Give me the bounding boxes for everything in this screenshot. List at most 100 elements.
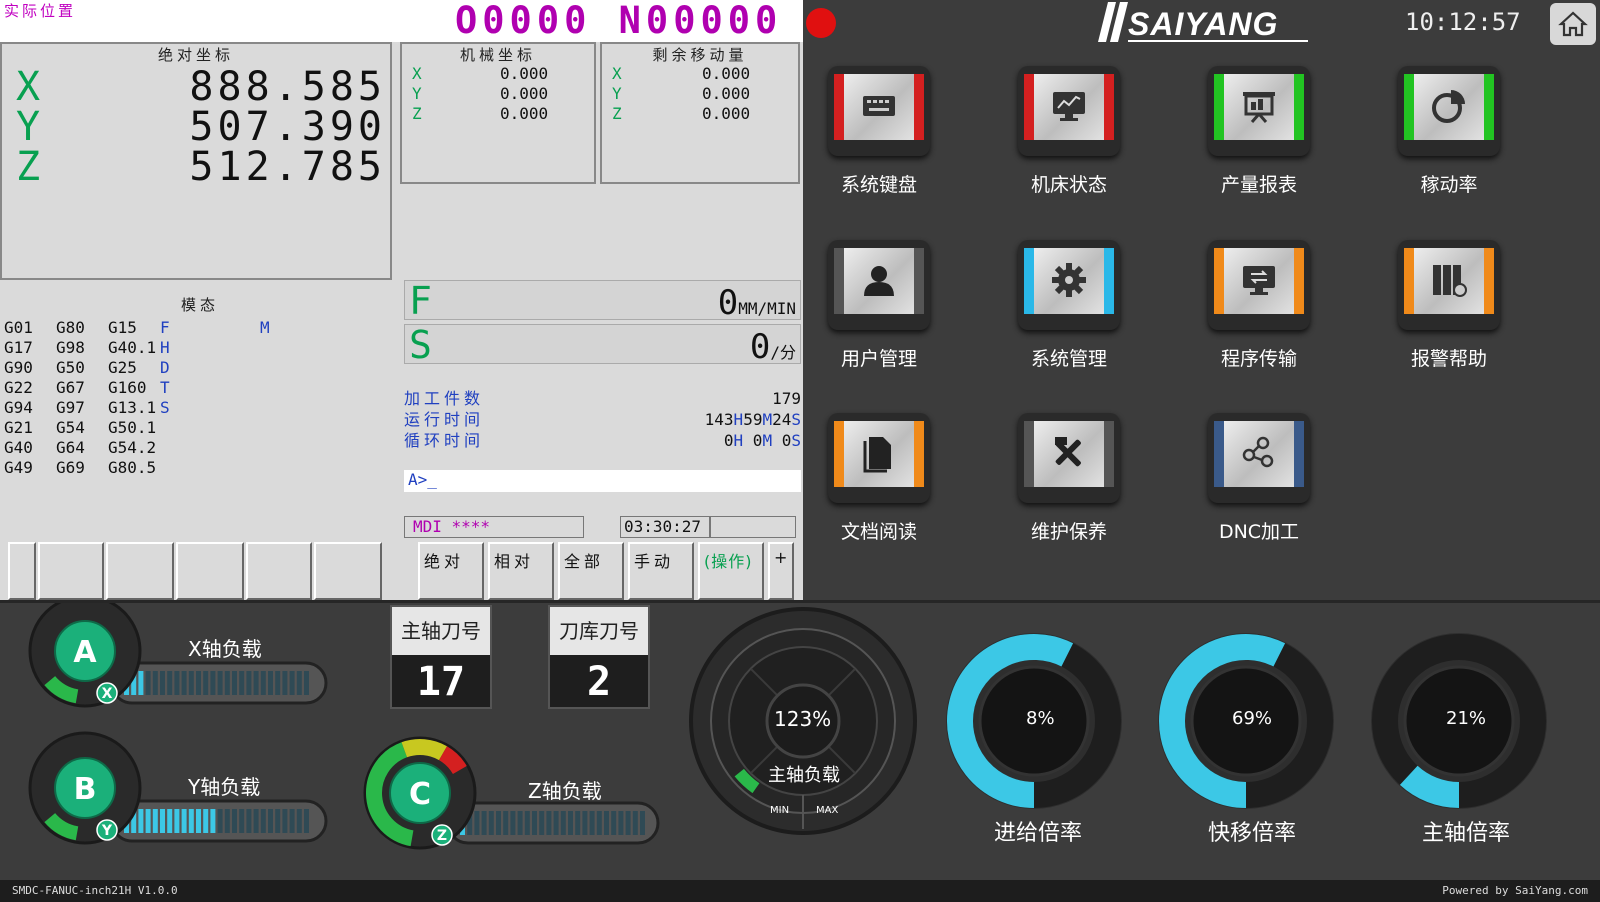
app-button[interactable] <box>1018 413 1120 503</box>
load-bar-segment <box>224 671 230 695</box>
app-tile <box>1018 66 1120 156</box>
softkey-manual[interactable]: 手动 <box>628 542 694 600</box>
softkey-blank[interactable] <box>38 542 104 600</box>
parts-label: 加工件数 <box>404 389 485 408</box>
app-button[interactable] <box>828 66 930 156</box>
run-minutes: 59 <box>743 410 763 429</box>
load-bar-segment <box>481 811 487 835</box>
alarm-indicator <box>806 8 836 38</box>
load-bar-segment <box>488 811 494 835</box>
softkey-blank[interactable] <box>8 542 36 600</box>
app-button[interactable] <box>828 240 930 330</box>
load-bar-segment <box>152 809 158 833</box>
softkey-next[interactable]: + <box>768 542 794 600</box>
load-bar-segment <box>174 671 180 695</box>
gcode: G40.1 <box>108 338 157 357</box>
load-bar-segment <box>181 809 187 833</box>
dist-y-value: 0.000 <box>702 84 751 103</box>
load-bar-segment <box>575 811 581 835</box>
mode-indicator: MDI **** <box>404 516 584 538</box>
footer: SMDC-FANUC-inch21H V1.0.0 Powered by Sai… <box>0 880 1600 902</box>
logo-underline <box>1128 40 1308 42</box>
unit-s: S <box>791 410 801 429</box>
load-bar-segment <box>181 671 187 695</box>
app-accent <box>1404 248 1414 314</box>
app-button[interactable] <box>1208 240 1310 330</box>
softkey-blank[interactable] <box>246 542 312 600</box>
modal-col-1: G01 G17 G90 G22 G94 G21 G40 G49 <box>4 318 33 478</box>
distance-to-go-panel: 剩余移动量 X Y Z 0.000 0.000 0.000 <box>600 42 800 184</box>
feed-readout: 0MM/MIN <box>718 283 796 323</box>
load-badge-letter: C <box>409 777 431 812</box>
app-label: DNC加工 <box>1218 521 1300 543</box>
app-accent <box>914 74 924 140</box>
cycle-seconds: 0 <box>781 431 792 450</box>
home-button[interactable] <box>1550 3 1596 45</box>
softkey-blank[interactable] <box>176 542 244 600</box>
network-icon <box>1242 436 1274 468</box>
load-bar-segment <box>582 811 588 835</box>
cycle-time-label: 循环时间 <box>404 431 485 450</box>
app-button[interactable] <box>1398 240 1500 330</box>
load-bar-segment <box>239 809 245 833</box>
brand-name: SAIYANG <box>1128 6 1279 42</box>
load-bar-segment <box>275 671 281 695</box>
monitor-chart-icon <box>1053 92 1085 121</box>
unit-h: H <box>733 410 744 429</box>
app-button[interactable] <box>828 413 930 503</box>
softkey-blank[interactable] <box>106 542 174 600</box>
unit-h: H <box>733 431 744 450</box>
parts-value: 179 <box>772 389 801 408</box>
load-bar-segment <box>474 811 480 835</box>
softkey-absolute[interactable]: 绝对 <box>418 542 484 600</box>
app-button[interactable] <box>1208 413 1310 503</box>
app-accent <box>1294 421 1304 487</box>
gcode: G97 <box>56 398 85 417</box>
spindle-tool-box: 主轴刀号 17 <box>390 605 492 709</box>
app-accent <box>834 421 844 487</box>
app-label: 稼动率 <box>1420 174 1478 196</box>
app-tile <box>1208 413 1310 503</box>
y-load-label: Y轴负载 <box>188 775 261 799</box>
app-button[interactable] <box>1208 66 1310 156</box>
feed-value: 0 <box>717 283 739 323</box>
app-button[interactable] <box>1398 66 1500 156</box>
user-icon <box>864 266 894 296</box>
feed-unit: MM/MIN <box>738 299 796 318</box>
dist-x-value: 0.000 <box>702 64 751 83</box>
feed-display: F 0MM/MIN <box>404 279 801 323</box>
run-hours: 143 <box>704 410 734 429</box>
spindle-tool-number: 17 <box>416 659 466 705</box>
brand-logo: SAIYANG <box>1088 2 1318 44</box>
presentation-icon <box>1243 92 1275 123</box>
axis-badge-letter: Z <box>437 828 447 844</box>
load-bar-segment <box>632 811 638 835</box>
app-label: 系统管理 <box>1030 348 1107 370</box>
load-bar-segment <box>275 809 281 833</box>
app-accent <box>1404 74 1414 140</box>
softkey-relative[interactable]: 相对 <box>488 542 554 600</box>
app-button[interactable] <box>1018 240 1120 330</box>
magazine-tool-box: 刀库刀号 2 <box>548 605 650 709</box>
mach-y-label: Y <box>412 84 422 103</box>
axis-badge-letter: X <box>102 686 113 702</box>
load-zone-yellow <box>401 739 447 761</box>
modal-letter: S <box>160 398 170 417</box>
command-input[interactable]: A>_ <box>404 470 801 492</box>
rapid-override-label: 快移倍率 <box>1208 821 1297 846</box>
softkey-all[interactable]: 全部 <box>558 542 624 600</box>
load-bar-segment <box>253 809 259 833</box>
softkey-blank[interactable] <box>314 542 382 600</box>
machine-coord-title: 机械坐标 <box>459 46 536 64</box>
softkey-operation[interactable]: (操作) <box>698 542 764 600</box>
load-bar-segment <box>296 671 302 695</box>
app-button[interactable] <box>1018 66 1120 156</box>
load-bar-segment <box>539 811 545 835</box>
modal-col-4: FHDTS <box>160 318 170 418</box>
app-face <box>1214 248 1304 314</box>
load-bar-segment <box>232 809 237 833</box>
modal-letter: T <box>160 378 170 397</box>
gcode: G13.1 <box>108 398 157 417</box>
dist-x-label: X <box>612 64 622 83</box>
spindle-readout: 0/分 <box>750 327 796 367</box>
